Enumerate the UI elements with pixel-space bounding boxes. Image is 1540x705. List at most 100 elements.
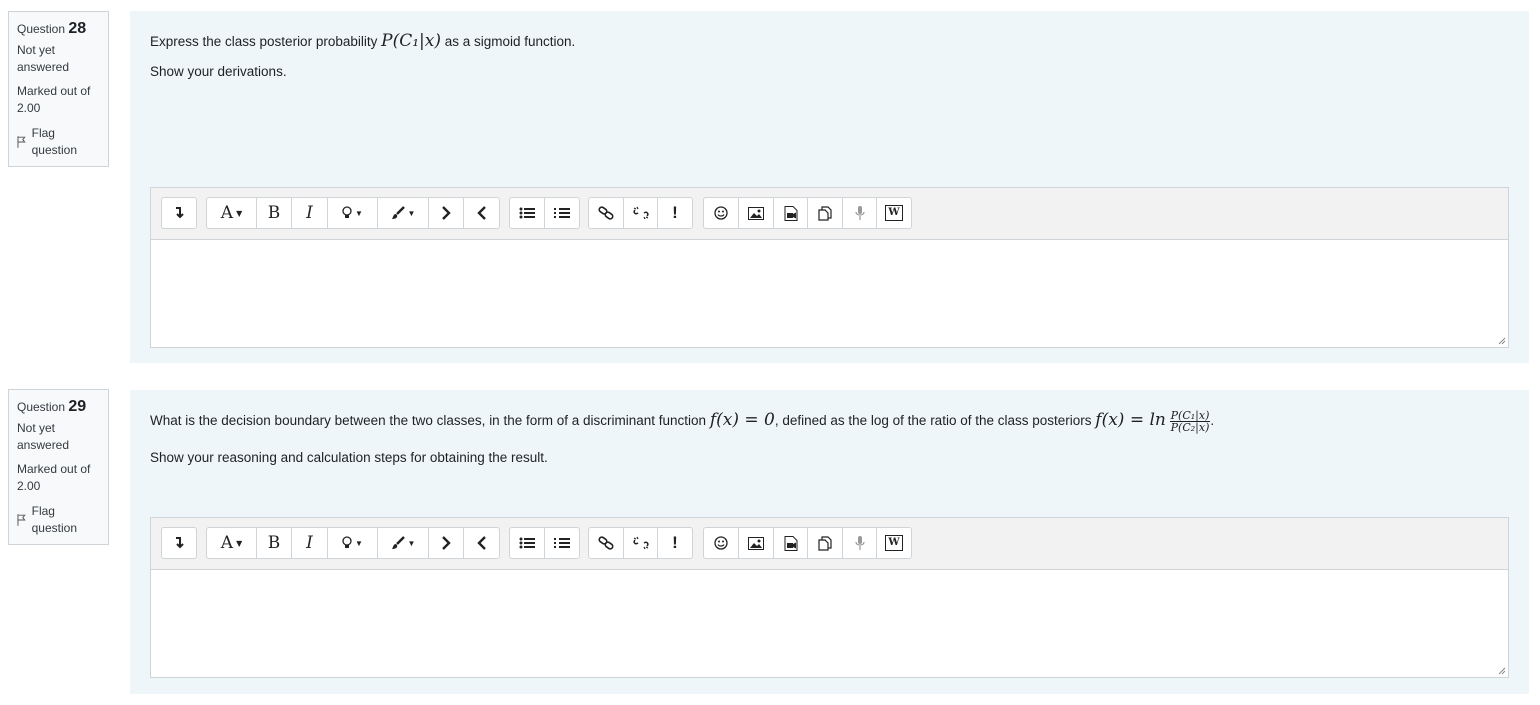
unlink-button[interactable] [624, 528, 658, 558]
unordered-list-button[interactable] [510, 198, 545, 228]
emoji-button[interactable] [704, 198, 739, 228]
question-state: Not yet answered [17, 421, 70, 452]
chevron-right-icon [442, 206, 451, 220]
media-icon [784, 535, 797, 551]
outdent-button[interactable] [464, 198, 499, 228]
text-color-button[interactable]: ▼ [378, 528, 429, 558]
insert-image-button[interactable] [739, 528, 774, 558]
editor-toolbar: A ▼ B I ▼ ▼ ! W [151, 518, 1508, 570]
answer-text-area[interactable] [151, 570, 1508, 677]
unlink-icon [632, 536, 649, 550]
question-text: What is the decision boundary between th… [150, 409, 1215, 434]
indent-button[interactable] [429, 198, 464, 228]
question-text: Express the class posterior probability … [150, 31, 576, 51]
flag-icon [17, 514, 26, 526]
link-icon [598, 206, 614, 220]
numbered-list-icon [554, 538, 570, 548]
question-grade: Marked out of 2.00 [17, 84, 91, 115]
bold-button[interactable]: B [257, 528, 292, 558]
word-import-button[interactable]: W [877, 528, 911, 558]
chevron-down-icon: ▼ [407, 538, 416, 548]
word-icon: W [885, 205, 903, 221]
italic-button[interactable]: I [292, 528, 328, 558]
image-icon [748, 206, 764, 220]
lightbulb-icon [342, 206, 352, 218]
unordered-list-button[interactable] [510, 528, 545, 558]
lightbulb-icon [342, 536, 352, 548]
editor-toolbar: A ▼ B I ▼ ▼ ! W [151, 188, 1508, 240]
collapse-toolbar-button[interactable] [162, 528, 196, 558]
flag-icon [17, 136, 26, 148]
question-number: Question 29 [17, 398, 87, 415]
insert-media-button[interactable] [774, 528, 808, 558]
resize-handle-icon[interactable] [1498, 667, 1506, 675]
answer-text-area[interactable] [151, 240, 1508, 347]
unlink-button[interactable] [624, 198, 658, 228]
font-style-button[interactable]: A ▼ [207, 528, 257, 558]
collapse-toolbar-button[interactable] [162, 198, 196, 228]
manage-files-button[interactable] [808, 528, 843, 558]
emoji-button[interactable] [704, 528, 739, 558]
chevron-down-icon: ▼ [407, 208, 416, 218]
files-icon [818, 535, 832, 551]
answer-editor: A ▼ B I ▼ ▼ ! W [150, 187, 1509, 348]
question-grade: Marked out of 2.00 [17, 462, 91, 493]
smiley-icon [714, 206, 728, 220]
question-text-line2: Show your derivations. [150, 64, 287, 79]
files-icon [818, 205, 832, 221]
question-state: Not yet answered [17, 43, 70, 74]
flag-question-link[interactable]: Flag question [17, 503, 101, 537]
record-audio-button[interactable] [843, 198, 877, 228]
ordered-list-button[interactable] [545, 528, 579, 558]
text-color-button[interactable]: ▼ [378, 198, 429, 228]
link-button[interactable] [589, 198, 624, 228]
important-button[interactable]: ! [658, 528, 692, 558]
microphone-icon [854, 206, 865, 220]
collapse-arrow-icon [176, 537, 184, 549]
italic-button[interactable]: I [292, 198, 328, 228]
bold-button[interactable]: B [257, 198, 292, 228]
answer-editor: A ▼ B I ▼ ▼ ! W [150, 517, 1509, 678]
brush-icon [391, 536, 405, 549]
math-posterior: P(C₁|x) [381, 31, 441, 51]
question-content: Express the class posterior probability … [130, 11, 1529, 363]
math-discriminant: f(x) = 0 [709, 410, 775, 431]
question-content: What is the decision boundary between th… [130, 390, 1529, 694]
font-style-button[interactable]: A ▼ [207, 198, 257, 228]
image-icon [748, 536, 764, 550]
styles-button[interactable]: ▼ [328, 528, 378, 558]
chevron-down-icon: ▼ [236, 538, 243, 548]
indent-button[interactable] [429, 528, 464, 558]
ordered-list-button[interactable] [545, 198, 579, 228]
link-button[interactable] [589, 528, 624, 558]
bullet-list-icon [519, 207, 535, 219]
manage-files-button[interactable] [808, 198, 843, 228]
record-audio-button[interactable] [843, 528, 877, 558]
collapse-arrow-icon [176, 207, 184, 219]
brush-icon [391, 206, 405, 219]
link-icon [598, 536, 614, 550]
question-number: Question 28 [17, 20, 87, 37]
resize-handle-icon[interactable] [1498, 337, 1506, 345]
media-icon [784, 205, 797, 221]
bullet-list-icon [519, 537, 535, 549]
word-import-button[interactable]: W [877, 198, 911, 228]
outdent-button[interactable] [464, 528, 499, 558]
insert-image-button[interactable] [739, 198, 774, 228]
chevron-right-icon [442, 536, 451, 550]
unlink-icon [632, 206, 649, 220]
word-icon: W [885, 535, 903, 551]
math-fraction: P(C₁|x) P(C₂|x) [1169, 409, 1211, 434]
chevron-down-icon: ▼ [236, 208, 243, 218]
smiley-icon [714, 536, 728, 550]
question-info-panel: Question 28 Not yet answered Marked out o… [8, 11, 109, 167]
flag-question-link[interactable]: Flag question [17, 125, 101, 159]
insert-media-button[interactable] [774, 198, 808, 228]
chevron-down-icon: ▼ [355, 538, 363, 548]
microphone-icon [854, 536, 865, 550]
math-log-ratio: f(x) = ln [1095, 410, 1166, 431]
important-button[interactable]: ! [658, 198, 692, 228]
question-text-line2: Show your reasoning and calculation step… [150, 450, 548, 465]
styles-button[interactable]: ▼ [328, 198, 378, 228]
question-info-panel: Question 29 Not yet answered Marked out o… [8, 389, 109, 545]
